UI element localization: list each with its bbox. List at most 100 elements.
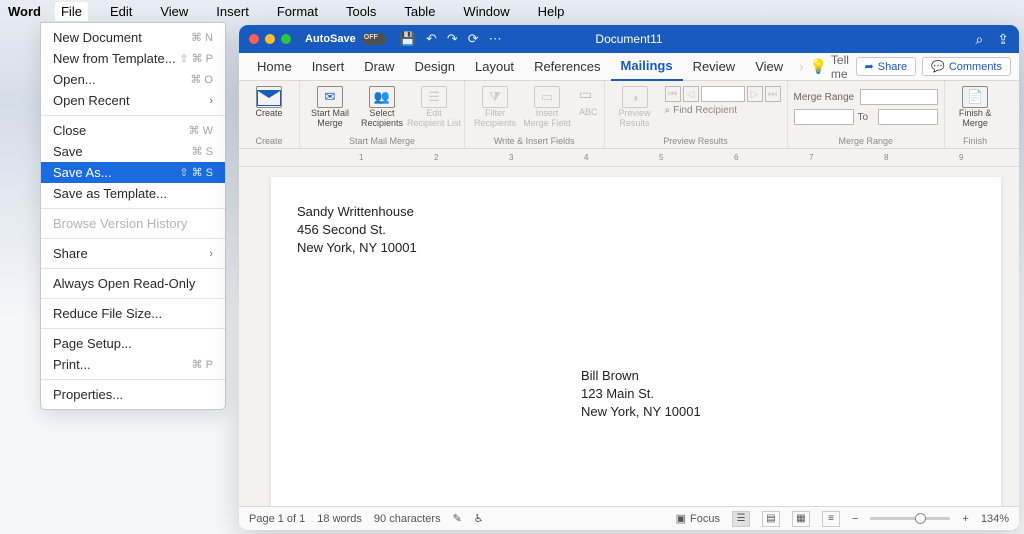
- read-view-button[interactable]: ▤: [762, 511, 780, 527]
- comment-icon: 💬: [931, 60, 945, 73]
- zoom-level[interactable]: 134%: [981, 513, 1009, 525]
- focus-mode-button[interactable]: ▣Focus: [676, 512, 720, 525]
- menu-open-recent[interactable]: Open Recent›: [41, 90, 225, 111]
- menu-save-as[interactable]: Save As...⇧ ⌘ S: [41, 162, 225, 183]
- group-merge-range: Merge Range To Merge Range: [788, 81, 946, 148]
- return-name: Sandy Writtenhouse: [297, 203, 975, 221]
- zoom-out-button[interactable]: −: [852, 513, 858, 525]
- status-bar: Page 1 of 1 18 words 90 characters ✎ ♿︎ …: [239, 506, 1019, 530]
- word-count[interactable]: 18 words: [317, 513, 362, 525]
- more-icon[interactable]: ⋯: [489, 31, 502, 47]
- select-recipients-button[interactable]: 👥Select Recipients: [358, 86, 406, 129]
- record-number-input[interactable]: [701, 86, 745, 102]
- page-count[interactable]: Page 1 of 1: [249, 513, 305, 525]
- minimize-icon[interactable]: [265, 34, 275, 44]
- char-count[interactable]: 90 characters: [374, 513, 441, 525]
- comments-button[interactable]: 💬Comments: [922, 57, 1011, 76]
- group-start-mail-merge: ✉︎Start Mail Merge 👥Select Recipients ☰E…: [300, 81, 465, 148]
- mac-menubar: Word File Edit View Insert Format Tools …: [0, 0, 1024, 22]
- edit-list-icon: ☰: [421, 86, 447, 108]
- menu-file[interactable]: File: [55, 2, 88, 21]
- outline-view-button[interactable]: ≡: [822, 511, 840, 527]
- maximize-icon[interactable]: [281, 34, 291, 44]
- menu-share[interactable]: Share›: [41, 243, 225, 264]
- menu-print[interactable]: Print...⌘ P: [41, 354, 225, 375]
- tab-view[interactable]: View: [745, 53, 793, 81]
- menu-save-as-template[interactable]: Save as Template...: [41, 183, 225, 204]
- merge-to-input[interactable]: [878, 109, 938, 125]
- focus-icon: ▣: [676, 512, 686, 525]
- menu-new-document[interactable]: New Document⌘ N: [41, 27, 225, 48]
- print-layout-view-button[interactable]: ☰: [732, 511, 750, 527]
- save-icon[interactable]: 💾: [400, 31, 416, 47]
- return-address[interactable]: Sandy Writtenhouse 456 Second St. New Yo…: [297, 203, 975, 258]
- merge-range-select[interactable]: [860, 89, 938, 105]
- toggle-off-icon[interactable]: [362, 33, 386, 45]
- tab-draw[interactable]: Draw: [354, 53, 404, 81]
- tab-review[interactable]: Review: [683, 53, 746, 81]
- tab-design[interactable]: Design: [405, 53, 465, 81]
- abc-icon[interactable]: ABC: [579, 107, 598, 117]
- quick-access-toolbar: 💾 ↶ ↷ ⟳ ⋯: [400, 31, 502, 47]
- menu-insert[interactable]: Insert: [210, 2, 255, 21]
- menu-separator: [41, 298, 225, 299]
- zoom-in-button[interactable]: +: [962, 513, 968, 525]
- find-recipient-button[interactable]: ⌕Find Recipient: [665, 105, 781, 116]
- search-small-icon: ⌕: [665, 105, 671, 116]
- tab-home[interactable]: Home: [247, 53, 302, 81]
- zoom-slider[interactable]: [870, 517, 950, 520]
- undo-icon[interactable]: ↶: [426, 31, 437, 47]
- accessibility-icon[interactable]: ♿︎: [474, 512, 484, 525]
- menu-save[interactable]: Save⌘ S: [41, 141, 225, 162]
- share-button[interactable]: ➦Share: [856, 57, 917, 76]
- menu-separator: [41, 208, 225, 209]
- sync-icon[interactable]: ⟳: [468, 31, 479, 47]
- redo-icon[interactable]: ↷: [447, 31, 458, 47]
- menu-page-setup[interactable]: Page Setup...: [41, 333, 225, 354]
- share-titlebar-icon[interactable]: ⇪: [997, 31, 1009, 48]
- menu-separator: [41, 115, 225, 116]
- last-record-button: ⏭: [765, 86, 781, 102]
- word-window: AutoSave 💾 ↶ ↷ ⟳ ⋯ Document11 ⌕ ⇪ Home I…: [239, 25, 1019, 530]
- tab-insert[interactable]: Insert: [302, 53, 355, 81]
- insert-merge-field-button: ▭Insert Merge Field: [523, 86, 571, 129]
- menu-help[interactable]: Help: [532, 2, 571, 21]
- menu-view[interactable]: View: [154, 2, 194, 21]
- menu-separator: [41, 268, 225, 269]
- ribbon-tabs: Home Insert Draw Design Layout Reference…: [239, 53, 1019, 81]
- menu-open[interactable]: Open...⌘ O: [41, 69, 225, 90]
- document-title: Document11: [595, 32, 662, 46]
- menu-properties[interactable]: Properties...: [41, 384, 225, 405]
- recipient-address[interactable]: Bill Brown 123 Main St. New York, NY 100…: [581, 367, 701, 422]
- share-icon: ➦: [865, 60, 874, 73]
- menu-format[interactable]: Format: [271, 2, 324, 21]
- menu-table[interactable]: Table: [398, 2, 441, 21]
- tab-references[interactable]: References: [524, 53, 610, 81]
- menu-reduce-file-size[interactable]: Reduce File Size...: [41, 303, 225, 324]
- tab-mailings[interactable]: Mailings: [611, 53, 683, 81]
- menu-read-only[interactable]: Always Open Read-Only: [41, 273, 225, 294]
- menu-edit[interactable]: Edit: [104, 2, 138, 21]
- menu-new-from-template[interactable]: New from Template...⇧ ⌘ P: [41, 48, 225, 69]
- spell-check-icon[interactable]: ✎: [453, 512, 462, 525]
- finish-merge-button[interactable]: 📄Finish & Merge: [951, 86, 999, 129]
- close-icon[interactable]: [249, 34, 259, 44]
- create-envelopes-button[interactable]: Create: [245, 86, 293, 119]
- menu-window[interactable]: Window: [457, 2, 515, 21]
- traffic-lights: [249, 34, 291, 44]
- autosave-toggle[interactable]: AutoSave: [305, 33, 386, 45]
- search-icon[interactable]: ⌕: [975, 31, 983, 48]
- tell-me-search[interactable]: Tell me: [831, 53, 856, 81]
- tab-layout[interactable]: Layout: [465, 53, 524, 81]
- group-create: Create Create: [239, 81, 300, 148]
- document-page[interactable]: Sandy Writtenhouse 456 Second St. New Yo…: [271, 177, 1001, 506]
- menu-separator: [41, 379, 225, 380]
- highlight-fields-icon[interactable]: ▭: [579, 86, 598, 103]
- ruler[interactable]: 1 2 3 4 5 6 7 8 9: [239, 149, 1019, 167]
- menu-tools[interactable]: Tools: [340, 2, 382, 21]
- file-dropdown: New Document⌘ N New from Template...⇧ ⌘ …: [40, 22, 226, 410]
- web-view-button[interactable]: ▦: [792, 511, 810, 527]
- merge-from-input[interactable]: [794, 109, 854, 125]
- start-mail-merge-button[interactable]: ✉︎Start Mail Merge: [306, 86, 354, 129]
- menu-close[interactable]: Close⌘ W: [41, 120, 225, 141]
